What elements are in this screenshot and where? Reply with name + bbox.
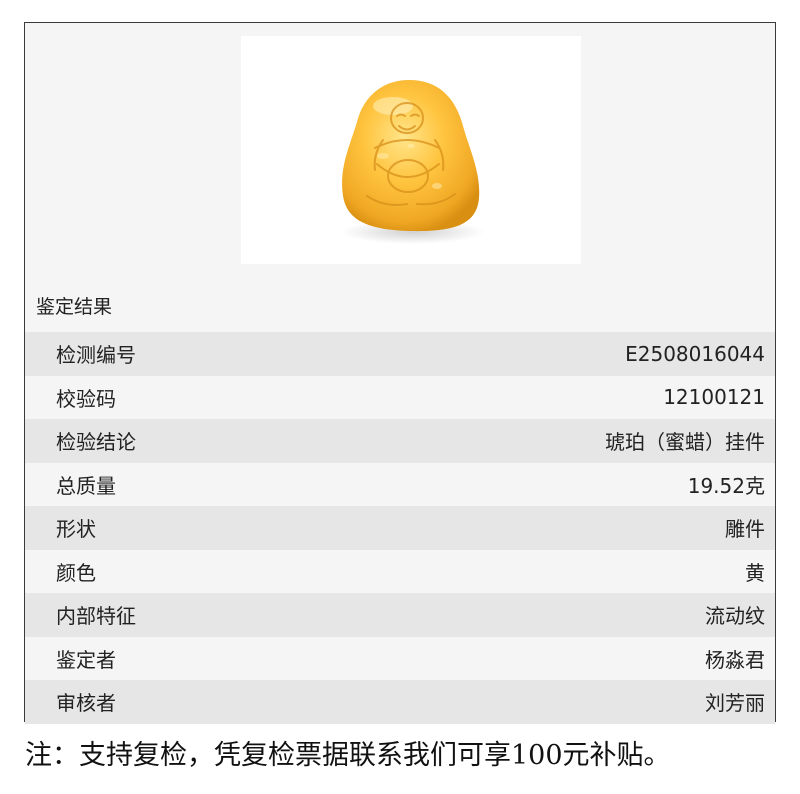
appraisal-card: 鉴定结果 检测编号 E2508016044 校验码 12100121 检验结论 …: [24, 22, 776, 724]
row-value: 雕件: [725, 517, 765, 542]
product-photo: [241, 36, 581, 264]
row-label: 检测编号: [56, 343, 136, 368]
row-label: 校验码: [56, 386, 116, 411]
table-row-conclusion: 检验结论 琥珀（蜜蜡）挂件: [25, 419, 775, 463]
table-row-total-weight: 总质量 19.52克: [25, 462, 775, 506]
certificate-page: 鉴定结果 检测编号 E2508016044 校验码 12100121 检验结论 …: [0, 0, 800, 794]
row-label: 颜色: [56, 560, 96, 585]
row-label: 鉴定者: [56, 647, 116, 672]
table-row-internal-features: 内部特征 流动纹: [25, 593, 775, 637]
row-label: 总质量: [56, 473, 116, 498]
row-value: 黄: [745, 560, 765, 585]
row-value: E2508016044: [625, 341, 765, 366]
row-value: 杨淼君: [705, 647, 765, 672]
row-value: 琥珀（蜜蜡）挂件: [605, 430, 765, 455]
amber-buddha-pendant-icon: [341, 80, 485, 244]
table-row-reviewer: 审核者 刘芳丽: [25, 680, 775, 724]
row-label: 内部特征: [56, 604, 136, 629]
row-label: 形状: [56, 517, 96, 542]
section-title-appraisal-result: 鉴定结果: [36, 296, 113, 318]
row-value: 流动纹: [705, 604, 765, 629]
footer-note: 注：支持复检，凭复检票据联系我们可享100元补贴。: [25, 740, 671, 771]
row-label: 审核者: [56, 691, 116, 716]
row-value: 12100121: [663, 385, 765, 410]
table-row-test-number: 检测编号 E2508016044: [25, 332, 775, 376]
row-label: 检验结论: [56, 430, 136, 455]
table-row-check-code: 校验码 12100121: [25, 375, 775, 419]
result-table: 检测编号 E2508016044 校验码 12100121 检验结论 琥珀（蜜蜡…: [25, 332, 775, 724]
row-value: 刘芳丽: [705, 691, 765, 716]
table-row-appraiser: 鉴定者 杨淼君: [25, 636, 775, 680]
table-row-shape: 形状 雕件: [25, 506, 775, 550]
table-row-color: 颜色 黄: [25, 549, 775, 593]
row-value: 19.52克: [687, 473, 765, 498]
